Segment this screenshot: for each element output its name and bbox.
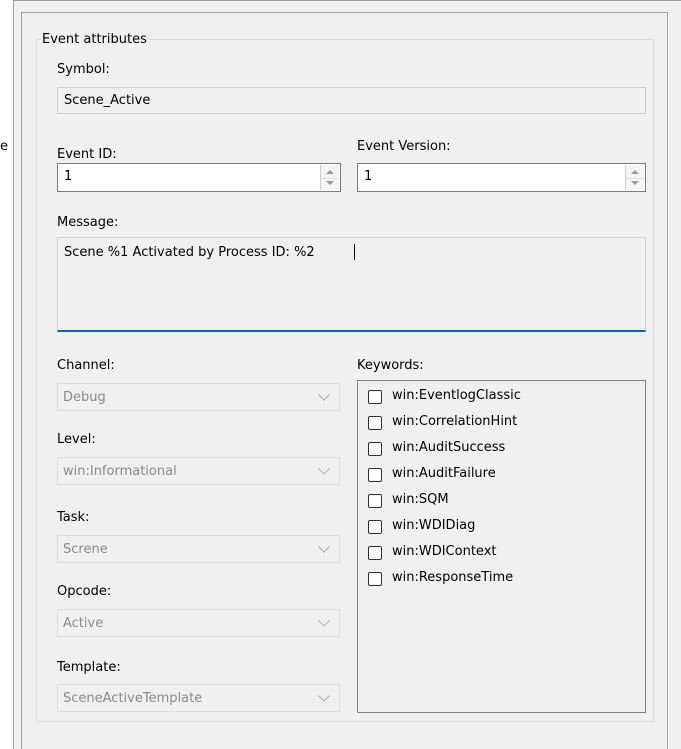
- panel-border-left: [21, 12, 22, 749]
- checkbox[interactable]: [368, 416, 382, 430]
- keyword-label: win:WDIDiag: [392, 518, 476, 533]
- checkbox[interactable]: [368, 520, 382, 534]
- event-version-spin-buttons[interactable]: [625, 165, 644, 190]
- event-id-spin-buttons[interactable]: [320, 165, 339, 190]
- template-value: SceneActiveTemplate: [63, 691, 203, 706]
- level-label: Level:: [57, 432, 96, 447]
- chevron-down-icon: [318, 690, 330, 702]
- panel-border-top: [21, 12, 667, 13]
- text-caret: [354, 244, 355, 260]
- level-value: win:Informational: [63, 464, 177, 479]
- keyword-label: win:AuditFailure: [392, 466, 496, 481]
- message-value: Scene %1 Activated by Process ID: %2: [64, 245, 315, 260]
- event-attributes-title: Event attributes: [42, 32, 147, 47]
- opcode-value: Active: [63, 616, 104, 631]
- checkbox[interactable]: [368, 494, 382, 508]
- keyword-label: win:WDIContext: [392, 544, 497, 559]
- keyword-label: win:SQM: [392, 492, 449, 507]
- channel-label: Channel:: [57, 358, 115, 373]
- message-label: Message:: [57, 215, 119, 230]
- task-select[interactable]: Screne: [57, 535, 340, 563]
- event-id-label: Event ID:: [57, 147, 117, 162]
- symbol-label: Symbol:: [57, 62, 110, 77]
- chevron-down-icon: [318, 541, 330, 553]
- spin-down-icon[interactable]: [326, 181, 334, 185]
- event-version-stepper[interactable]: 1: [357, 163, 646, 192]
- task-value: Screne: [63, 542, 108, 557]
- checkbox[interactable]: [368, 442, 382, 456]
- keywords-label: Keywords:: [357, 358, 424, 373]
- left-pane: e: [0, 0, 14, 749]
- event-id-value: 1: [64, 169, 73, 184]
- checkbox[interactable]: [368, 468, 382, 482]
- opcode-label: Opcode:: [57, 584, 112, 599]
- keyword-label: win:ResponseTime: [392, 570, 514, 585]
- checkbox[interactable]: [368, 546, 382, 560]
- symbol-field[interactable]: Scene_Active: [57, 87, 646, 114]
- chevron-down-icon: [318, 463, 330, 475]
- level-select[interactable]: win:Informational: [57, 457, 340, 485]
- keywords-list: win:EventlogClassic win:CorrelationHint …: [357, 380, 646, 713]
- keyword-label: win:AuditSuccess: [392, 440, 506, 455]
- left-pane-partial-text: e: [0, 139, 8, 154]
- spin-up-icon[interactable]: [631, 170, 639, 174]
- channel-value: Debug: [63, 390, 106, 405]
- channel-select[interactable]: Debug: [57, 383, 340, 411]
- task-label: Task:: [57, 510, 90, 525]
- symbol-value: Scene_Active: [64, 93, 151, 108]
- message-textarea[interactable]: Scene %1 Activated by Process ID: %2: [57, 237, 646, 332]
- spin-down-icon[interactable]: [631, 181, 639, 185]
- checkbox[interactable]: [368, 572, 382, 586]
- chevron-down-icon: [318, 389, 330, 401]
- spin-up-icon[interactable]: [326, 170, 334, 174]
- panel-border-right: [667, 12, 669, 749]
- event-id-stepper[interactable]: 1: [57, 163, 341, 192]
- opcode-select[interactable]: Active: [57, 609, 340, 637]
- checkbox[interactable]: [368, 390, 382, 404]
- keyword-label: win:EventlogClassic: [392, 388, 521, 403]
- keyword-label: win:CorrelationHint: [392, 414, 518, 429]
- event-version-value: 1: [364, 169, 373, 184]
- template-label: Template:: [57, 660, 121, 675]
- top-border: [13, 0, 681, 1]
- event-version-label: Event Version:: [357, 139, 451, 154]
- template-select[interactable]: SceneActiveTemplate: [57, 684, 340, 712]
- chevron-down-icon: [318, 615, 330, 627]
